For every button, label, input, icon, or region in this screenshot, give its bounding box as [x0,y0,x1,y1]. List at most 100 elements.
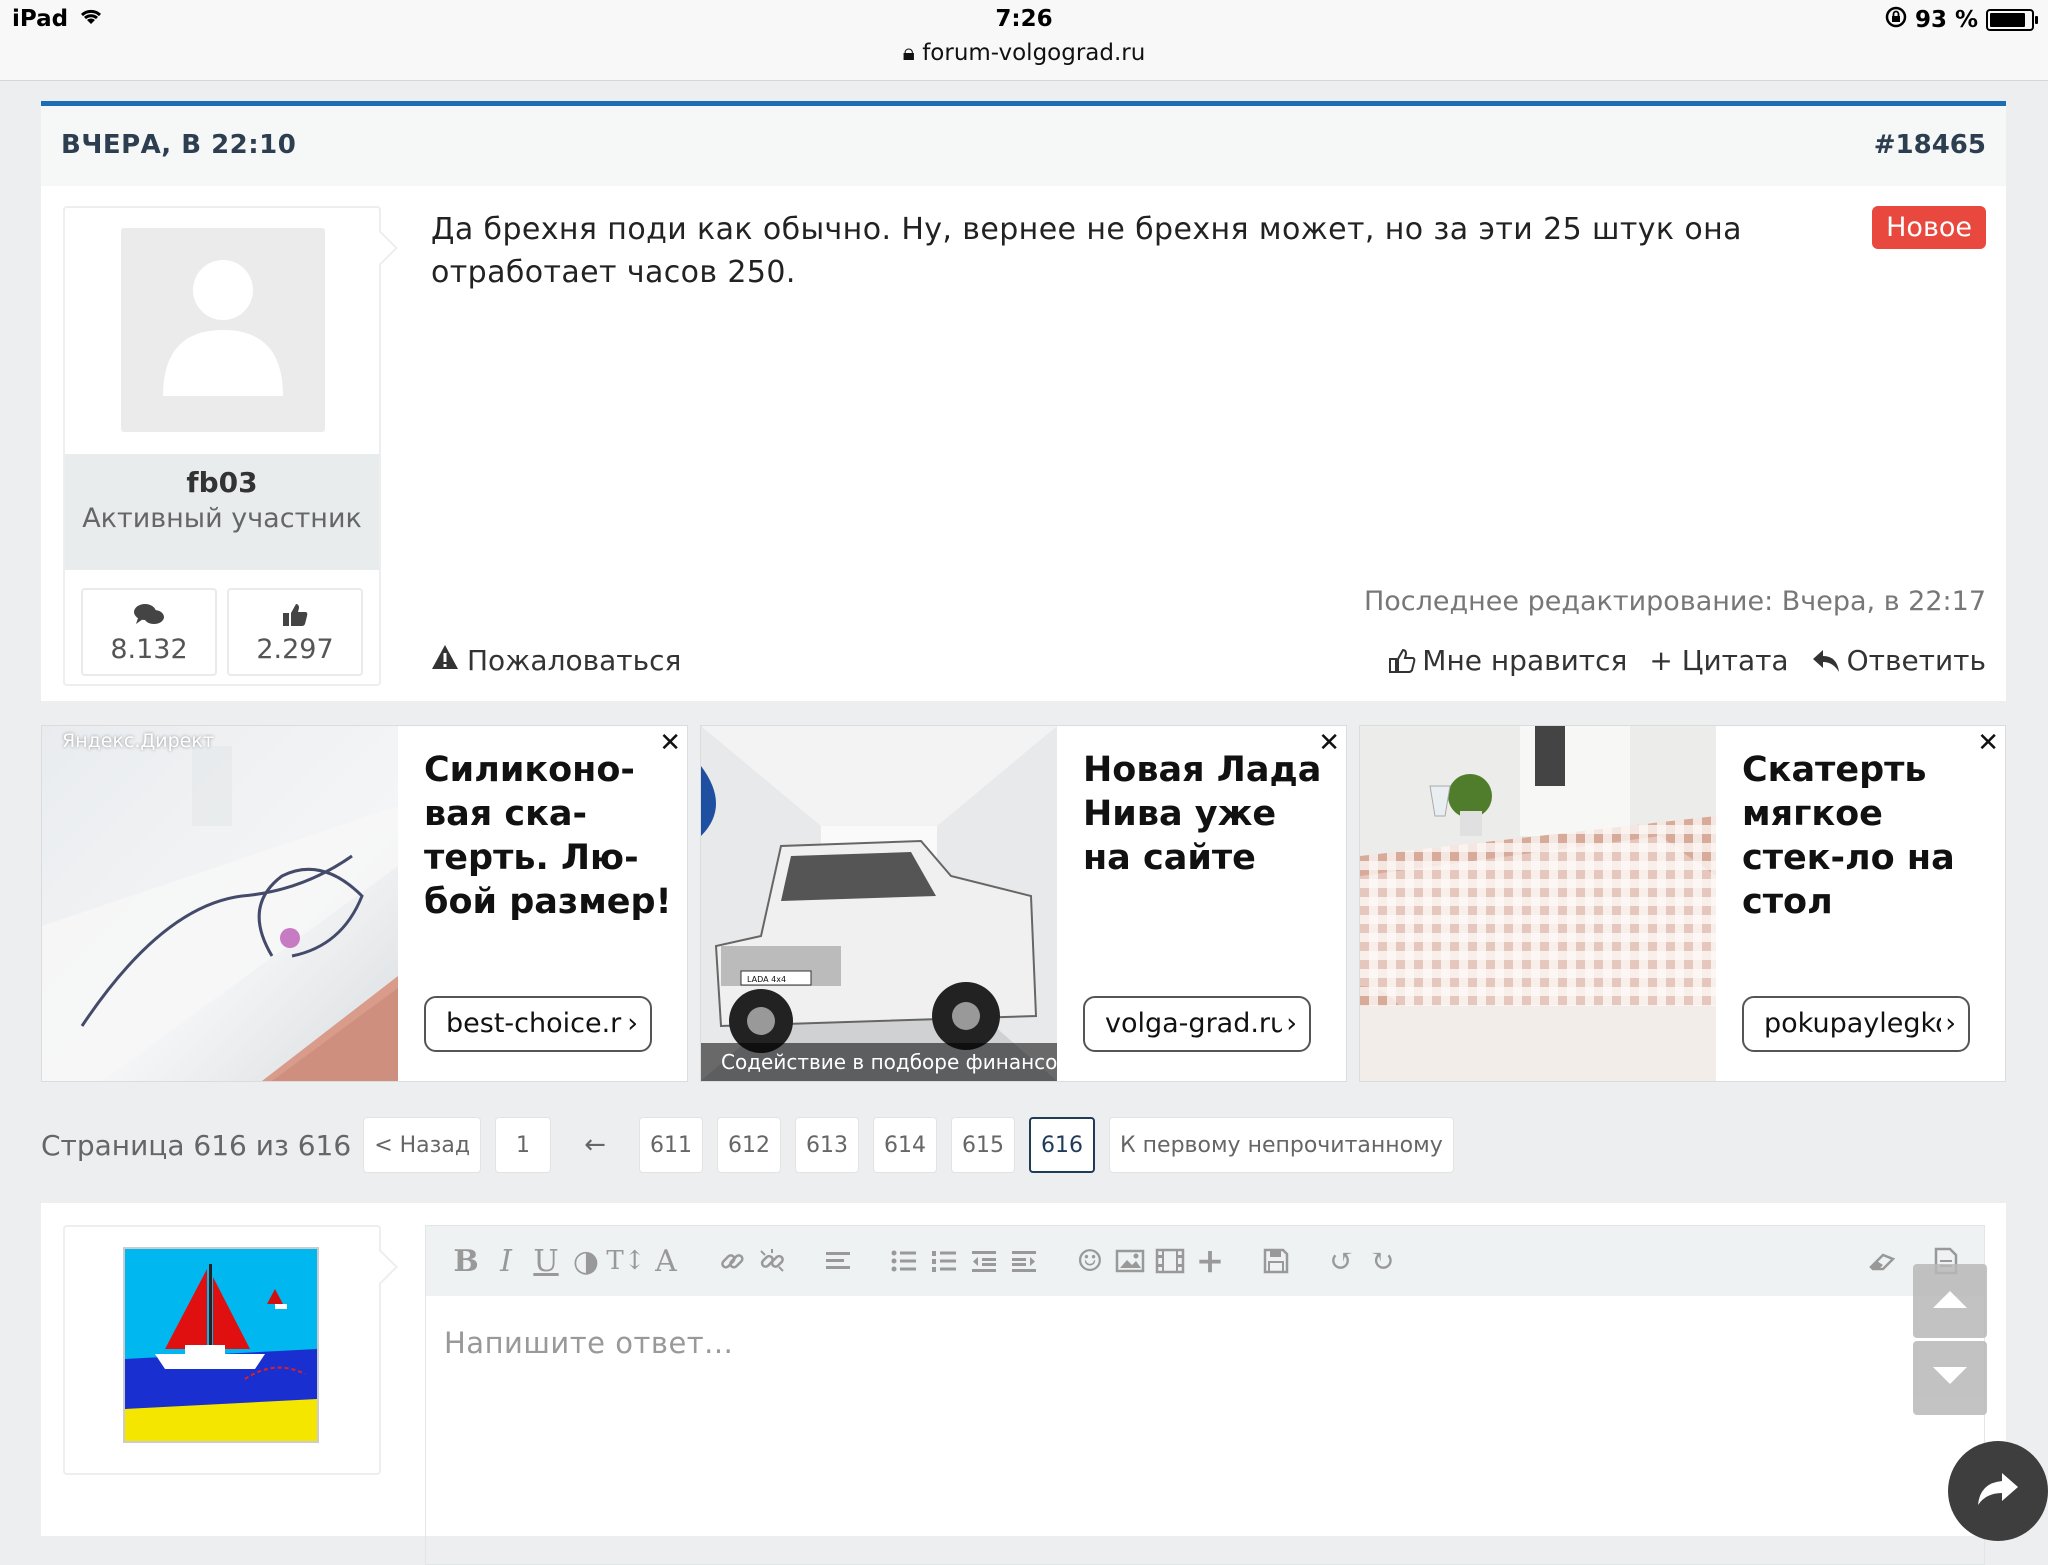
quote-button[interactable]: + Цитата [1649,644,1788,677]
default-avatar[interactable] [121,228,325,432]
underline-button[interactable]: U [526,1241,566,1281]
reply-placeholder[interactable]: Напишите ответ... [444,1326,733,1360]
font-button[interactable]: A [646,1241,686,1281]
undo-icon[interactable]: ↺ [1322,1241,1362,1281]
share-arrow-icon [1976,1471,2020,1511]
post-message: Да брехня поди как обычно. Ну, вернее не… [431,212,1742,290]
reply-editor[interactable]: B I U ◑ T↕ A ☺ + ↺ ↻ Напишите ответ... [425,1225,1985,1565]
arrow-up-icon [1931,1288,1969,1314]
my-avatar-card [63,1225,381,1475]
my-avatar[interactable] [123,1247,319,1443]
outdent-icon[interactable] [964,1241,1004,1281]
indent-icon[interactable] [1004,1241,1044,1281]
messages-stat: 8.132 [81,588,217,676]
post-actions: Мне нравится + Цитата Ответить [1388,644,1986,677]
close-icon[interactable]: ✕ [1318,728,1340,758]
smiley-icon[interactable]: ☺ [1070,1241,1110,1281]
scroll-down-button[interactable] [1913,1341,1987,1415]
page-link[interactable]: 615 [951,1117,1016,1173]
battery-percent: 93 % [1914,7,1978,33]
thumbs-up-outline-icon [1388,648,1416,674]
text-size-button[interactable]: T↕ [606,1241,646,1281]
thumbs-up-icon [229,602,361,628]
address-bar[interactable]: 🔒︎ forum-volgograd.ru [0,40,2048,66]
likes-count: 2.297 [256,634,334,665]
page-link-first[interactable]: 1 [495,1117,552,1173]
ad-link-text: pokupaylegko [1764,1008,1952,1039]
battery-icon [1986,9,2038,31]
numbered-list-icon[interactable] [924,1241,964,1281]
ad-block-3[interactable]: Скатерть мягкое стек-ло на стол pokupayl… [1359,725,2006,1082]
page-link[interactable]: 613 [795,1117,860,1173]
speech-bubbles-icon [83,602,215,628]
video-icon[interactable] [1150,1241,1190,1281]
prev-page-button[interactable]: < Назад [363,1117,482,1173]
report-label: Пожаловаться [467,644,682,677]
text-color-icon[interactable]: ◑ [566,1241,606,1281]
report-button[interactable]: Пожаловаться [431,644,681,677]
ad-link-text: best-choice.r [446,1008,622,1039]
like-label: Мне нравится [1422,644,1628,677]
lock-icon: 🔒︎ [902,40,915,66]
ad-caption: Содействие в подборе финансо [701,1043,1057,1081]
ad-block-1[interactable]: Яндекс.Директ Силиконо-вая ска-терть. Лю… [41,725,688,1082]
reply-label: Ответить [1846,644,1986,677]
link-icon[interactable] [712,1241,752,1281]
author-rank: Активный участник [82,503,362,534]
new-badge: Новое [1872,206,1986,249]
author-name[interactable]: fb03 [65,466,379,499]
likes-stat: 2.297 [227,588,363,676]
ad-image-table[interactable] [1360,726,1716,1081]
ad-image-car[interactable]: LADA 4x4 [701,726,1057,1081]
page-jump-arrow[interactable]: ← [565,1117,625,1173]
page-link-current[interactable]: 616 [1029,1117,1096,1173]
bold-button[interactable]: B [446,1241,486,1281]
ad-link-text: volga-grad.ru [1105,1008,1288,1039]
arrow-down-icon [1931,1365,1969,1391]
like-button[interactable]: Мне нравится [1388,644,1627,677]
italic-button[interactable]: I [486,1241,526,1281]
ad-block-2[interactable]: LADA 4x4 Содействие в подборе финансо Но… [700,725,1347,1082]
quick-reply: B I U ◑ T↕ A ☺ + ↺ ↻ Напишите ответ... [41,1203,2006,1565]
reply-button[interactable]: Ответить [1811,644,1986,677]
editor-toolbar: B I U ◑ T↕ A ☺ + ↺ ↻ [426,1226,1984,1296]
scroll-up-button[interactable] [1913,1264,1987,1338]
first-unread-button[interactable]: К первому непрочитанному [1109,1117,1454,1173]
plus-icon[interactable]: + [1190,1241,1230,1281]
page-link[interactable]: 612 [717,1117,782,1173]
save-icon[interactable] [1256,1241,1296,1281]
bullet-list-icon[interactable] [884,1241,924,1281]
close-icon[interactable]: ✕ [1977,728,1999,758]
page-link[interactable]: 611 [639,1117,704,1173]
quote-label: + Цитата [1649,644,1789,677]
eraser-icon[interactable] [1862,1241,1902,1281]
redo-icon[interactable]: ↻ [1362,1241,1402,1281]
align-icon[interactable] [818,1241,858,1281]
share-button[interactable] [1948,1441,2048,1541]
image-icon[interactable] [1110,1241,1150,1281]
author-card: fb03 Активный участник 8.132 2.297 [63,206,381,686]
svg-text:LADA 4x4: LADA 4x4 [747,975,786,984]
chevron-right-icon: › [1282,998,1297,1050]
ad-link-button[interactable]: volga-grad.ru › [1083,996,1311,1052]
unlink-icon[interactable] [752,1241,792,1281]
post-number-link[interactable]: #18465 [1874,130,1986,160]
post-header: ВЧЕРА, В 22:10 #18465 [41,106,2006,186]
ad-link-button[interactable]: best-choice.r › [424,996,652,1052]
pagination: Страница 616 из 616 < Назад 1 ← 611 612 … [41,1116,1468,1174]
forum-post: ВЧЕРА, В 22:10 #18465 fb03 Активный учас… [41,101,2006,701]
ad-link-button[interactable]: pokupaylegko › [1742,996,1970,1052]
reply-arrow-icon [1811,648,1841,674]
last-edit-note: Последнее редактирование: Вчера, в 22:17 [1363,586,1986,617]
ad-title[interactable]: Силиконо-вая ска-терть. Лю-бой размер! [424,748,674,924]
clock: 7:26 [995,6,1053,32]
close-icon[interactable]: ✕ [659,728,681,758]
page-link[interactable]: 614 [873,1117,938,1173]
messages-count: 8.132 [110,634,188,665]
url-text: forum-volgograd.ru [922,40,1146,66]
page-indicator: Страница 616 из 616 [41,1128,352,1162]
post-date: ВЧЕРА, В 22:10 [61,130,297,160]
ad-image-tablecloth[interactable] [42,726,398,1081]
ad-title[interactable]: Новая Лада Нива уже на сайте [1083,748,1333,880]
ad-title[interactable]: Скатерть мягкое стек-ло на стол [1742,748,1992,924]
